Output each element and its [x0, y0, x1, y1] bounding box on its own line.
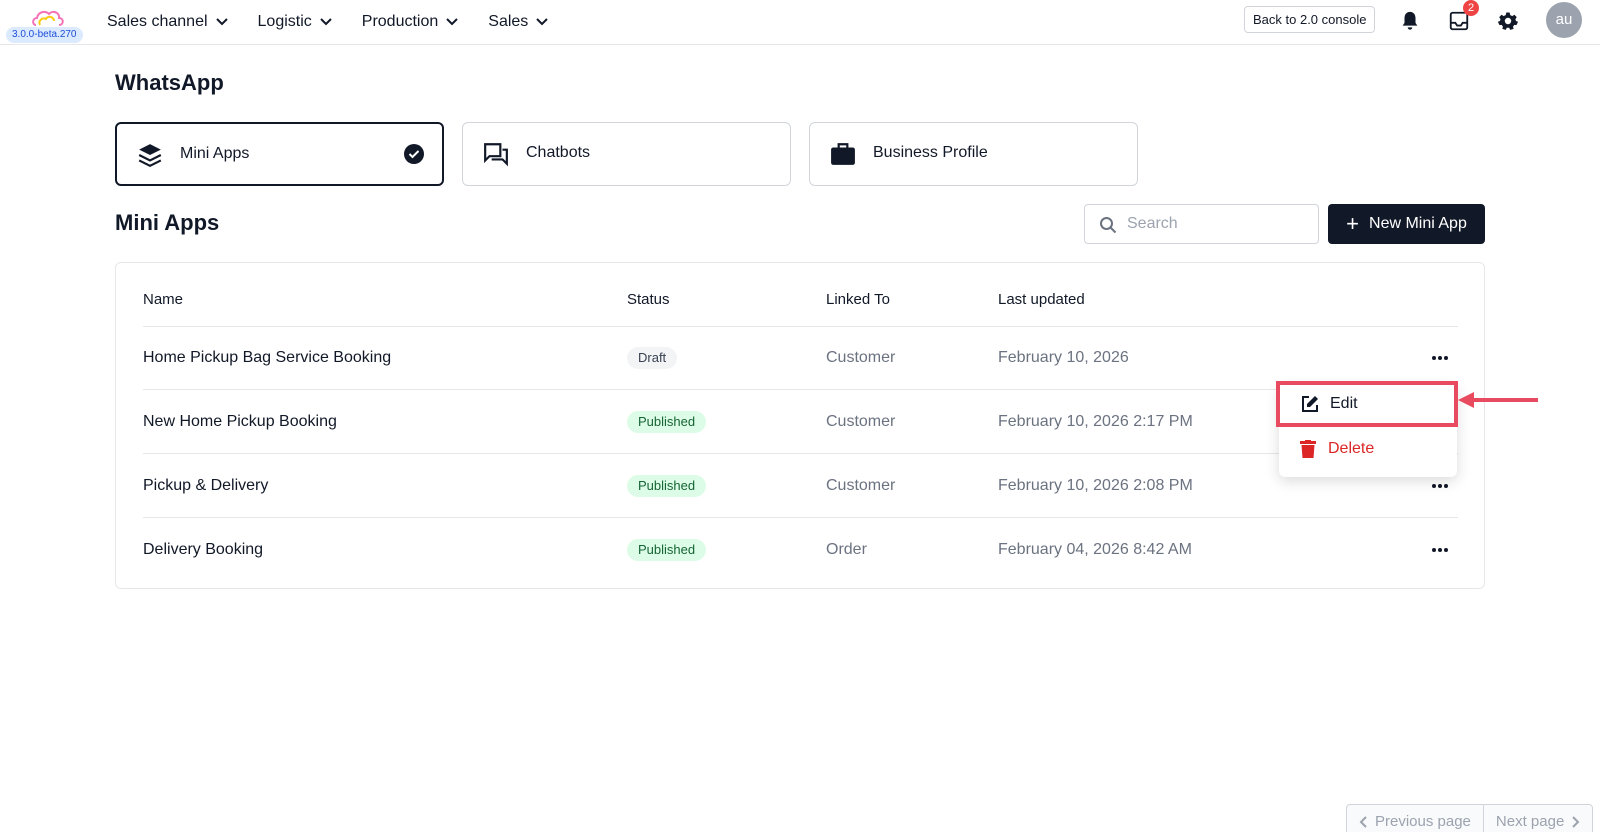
previous-page-label: Previous page — [1375, 813, 1471, 830]
nav-logistic[interactable]: Logistic — [258, 13, 332, 31]
search-icon — [1100, 217, 1117, 234]
top-bar: 3.0.0-beta.270 Sales channel Logistic Pr… — [0, 0, 1600, 45]
row-linked-to: Order — [826, 541, 867, 558]
layers-icon — [138, 144, 162, 168]
chevron-left-icon — [1359, 816, 1367, 828]
table-row[interactable]: Home Pickup Bag Service Booking Draft Cu… — [143, 327, 1458, 390]
status-badge: Published — [627, 475, 707, 497]
row-last-updated: February 10, 2026 — [998, 349, 1129, 366]
row-name[interactable]: New Home Pickup Booking — [143, 413, 337, 431]
row-last-updated: February 04, 2026 8:42 AM — [998, 541, 1192, 558]
version-badge: 3.0.0-beta.270 — [6, 27, 83, 43]
table-row[interactable]: Pickup & Delivery Published Customer Feb… — [143, 455, 1458, 518]
bell-icon[interactable] — [1399, 10, 1421, 32]
column-header-name: Name — [143, 291, 184, 308]
nav-sales-channel[interactable]: Sales channel — [107, 13, 228, 31]
chevron-down-icon — [320, 18, 332, 26]
annotation-arrow-icon — [1458, 392, 1538, 408]
section-title: Mini Apps — [115, 210, 220, 235]
nav-item-label: Sales — [488, 13, 529, 30]
gear-icon[interactable] — [1497, 10, 1519, 32]
briefcase-icon — [831, 143, 855, 165]
nav-sales[interactable]: Sales — [488, 13, 549, 31]
new-mini-app-button[interactable]: + New Mini App — [1328, 204, 1485, 244]
column-header-last-updated: Last updated — [998, 291, 1085, 308]
card-label: Chatbots — [526, 144, 591, 161]
notification-badge: 2 — [1463, 0, 1479, 16]
edit-icon — [1302, 396, 1318, 412]
chevron-down-icon — [536, 18, 549, 26]
menu-item-label: Delete — [1328, 440, 1375, 457]
nav-production[interactable]: Production — [362, 13, 459, 31]
more-options-icon[interactable] — [1430, 351, 1450, 365]
menu-item-edit[interactable]: Edit — [1276, 381, 1458, 427]
row-name[interactable]: Delivery Booking — [143, 541, 263, 559]
chevron-right-icon — [1572, 816, 1580, 828]
trash-icon — [1300, 440, 1316, 458]
card-label: Mini Apps — [180, 145, 250, 162]
nav-item-label: Sales channel — [107, 13, 208, 30]
next-page-button[interactable]: Next page — [1482, 805, 1592, 832]
page-title: WhatsApp — [115, 70, 224, 95]
next-page-label: Next page — [1495, 813, 1565, 830]
back-to-console-button[interactable]: Back to 2.0 console — [1244, 6, 1376, 33]
check-circle-icon — [404, 144, 424, 164]
row-name[interactable]: Pickup & Delivery — [143, 477, 268, 495]
card-chatbots[interactable]: Chatbots — [462, 122, 791, 186]
card-label: Business Profile — [873, 144, 988, 161]
status-badge: Draft — [627, 347, 678, 369]
menu-item-label: Edit — [1330, 395, 1358, 412]
pagination: Previous page Next page — [1346, 804, 1594, 832]
cloud-logo-icon[interactable] — [30, 5, 66, 29]
chevron-down-icon — [446, 18, 458, 26]
search-input[interactable] — [1127, 213, 1307, 235]
card-mini-apps[interactable]: Mini Apps — [115, 122, 444, 186]
row-linked-to: Customer — [826, 413, 896, 430]
row-last-updated: February 10, 2026 2:17 PM — [998, 413, 1193, 430]
menu-item-delete[interactable]: Delete — [1300, 440, 1374, 458]
new-mini-app-label: New Mini App — [1369, 215, 1467, 232]
main-nav: Sales channel Logistic Production Sales — [107, 0, 578, 44]
status-badge: Published — [627, 539, 707, 561]
search-box — [1084, 204, 1319, 244]
nav-item-label: Logistic — [257, 13, 312, 30]
status-badge: Published — [627, 411, 707, 433]
table-row[interactable]: Delivery Booking Published Order Februar… — [143, 519, 1458, 582]
nav-item-label: Production — [361, 13, 439, 30]
more-options-icon[interactable] — [1430, 479, 1450, 493]
row-name[interactable]: Home Pickup Bag Service Booking — [143, 349, 391, 367]
plus-icon: + — [1346, 211, 1360, 236]
more-options-icon[interactable] — [1430, 543, 1450, 557]
previous-page-button[interactable]: Previous page — [1347, 805, 1483, 832]
table-row[interactable]: New Home Pickup Booking Published Custom… — [143, 391, 1458, 454]
avatar[interactable]: au — [1546, 2, 1582, 38]
column-header-status: Status — [627, 291, 670, 308]
card-business-profile[interactable]: Business Profile — [809, 122, 1138, 186]
chevron-down-icon — [215, 18, 228, 26]
row-linked-to: Customer — [826, 349, 896, 366]
column-header-linked-to: Linked To — [826, 291, 890, 308]
chat-bubbles-icon — [484, 143, 508, 167]
row-last-updated: February 10, 2026 2:08 PM — [998, 477, 1193, 494]
row-linked-to: Customer — [826, 477, 896, 494]
